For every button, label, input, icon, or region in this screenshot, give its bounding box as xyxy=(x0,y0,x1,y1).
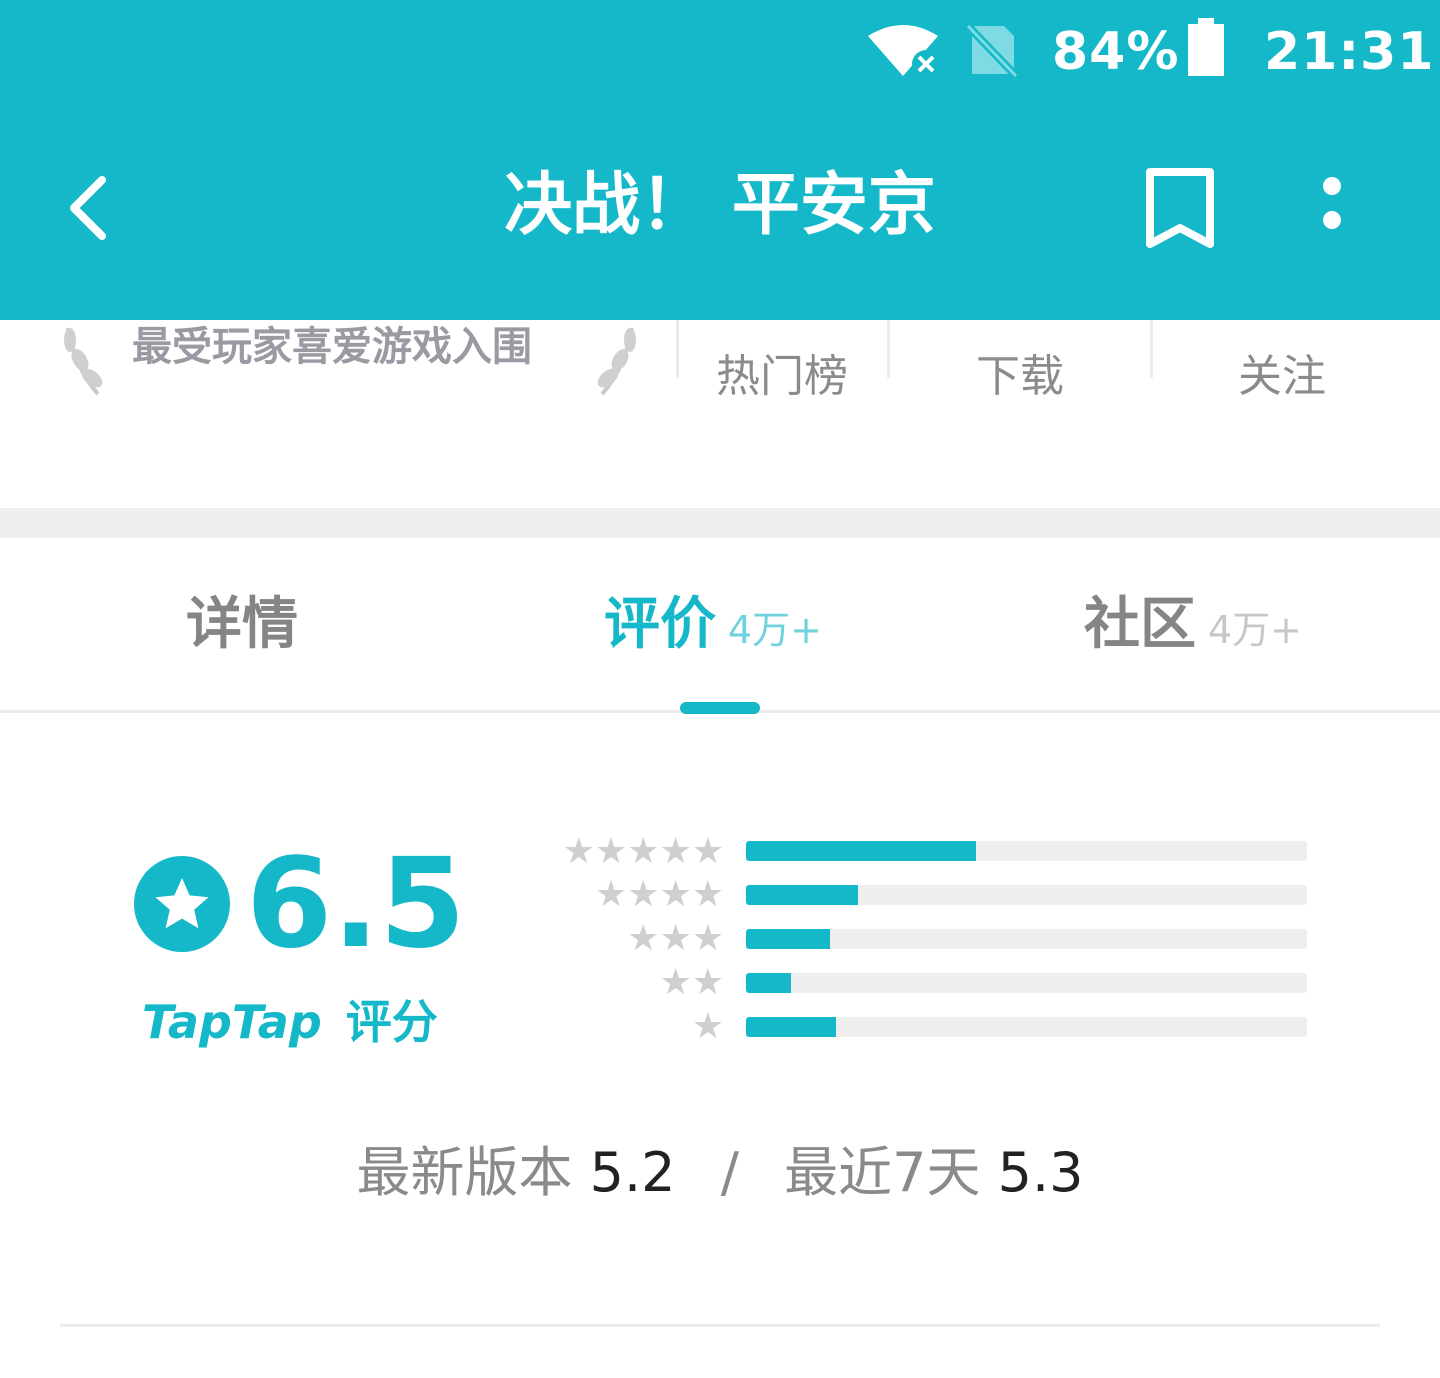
latest-version-score: 5.2 xyxy=(589,1141,676,1204)
tab-label: 评价 xyxy=(604,592,716,657)
sub-scores: 最新版本 5.2 / 最近7天 5.3 xyxy=(0,1138,1440,1208)
section-divider xyxy=(60,1324,1380,1327)
stat-hot-list[interactable]: 热门榜 xyxy=(682,350,882,404)
award-label: 最受玩家喜爱游戏入围 xyxy=(132,324,532,370)
recent-label: 最近7天 xyxy=(784,1141,981,1204)
rating-bar-fill xyxy=(746,929,831,949)
star-badge-icon xyxy=(134,856,230,952)
rating-bar-fill xyxy=(746,885,859,905)
rating-bar-1 xyxy=(746,1017,1307,1037)
wifi-off-icon xyxy=(866,22,944,78)
rating-bar-4 xyxy=(746,885,1307,905)
more-vertical-icon[interactable] xyxy=(1314,176,1350,240)
rating-bar-3 xyxy=(746,929,1307,949)
app-header: 84% 21:31 决战！ 平安京 xyxy=(0,0,1440,320)
recent-score: 5.3 xyxy=(997,1141,1084,1204)
rating-bar-2 xyxy=(746,973,1307,993)
stat-divider xyxy=(676,320,679,378)
section-separator xyxy=(0,508,1440,538)
tab-label: 详情 xyxy=(186,592,298,657)
stars-5-row: ★★★★★ xyxy=(562,831,724,872)
rating-bar-fill xyxy=(746,841,976,861)
rating-caption-text: 评分 xyxy=(345,995,438,1049)
tab-details[interactable]: 详情 xyxy=(186,590,310,670)
stat-divider xyxy=(1150,320,1153,378)
battery-icon xyxy=(1186,18,1226,78)
tab-label: 社区 xyxy=(1084,592,1196,657)
page-title: 决战！ 平安京 xyxy=(504,166,936,245)
clock: 21:31 xyxy=(1264,22,1435,82)
tab-reviews[interactable]: 评价 4万+ xyxy=(604,590,822,670)
stars-1-row: ★ xyxy=(691,1006,724,1047)
stars-3-row: ★★★ xyxy=(627,918,724,959)
stat-divider xyxy=(887,320,890,378)
laurel-left-icon xyxy=(58,318,110,398)
active-tab-indicator xyxy=(680,702,760,714)
rating-bar-fill xyxy=(746,973,791,993)
score-separator: / xyxy=(720,1141,739,1204)
no-sim-icon xyxy=(965,22,1020,79)
taptap-logo: TapTap xyxy=(142,995,322,1049)
rating-bar-5 xyxy=(746,841,1307,861)
rating-caption: TapTap 评分 xyxy=(142,994,438,1050)
latest-version-label: 最新版本 xyxy=(356,1141,573,1204)
stars-4-row: ★★★★ xyxy=(594,874,724,915)
bookmark-icon[interactable] xyxy=(1144,166,1216,250)
stars-2-row: ★★ xyxy=(659,962,724,1003)
rating-score: 6.5 xyxy=(246,832,466,976)
rating-bar-fill xyxy=(746,1017,836,1037)
stat-followers[interactable]: 关注 xyxy=(1182,350,1382,404)
tab-count: 4万+ xyxy=(1208,608,1303,652)
stat-downloads[interactable]: 下载 xyxy=(920,350,1120,404)
tab-community[interactable]: 社区 4万+ xyxy=(1084,590,1302,670)
tab-count: 4万+ xyxy=(728,608,823,652)
laurel-right-icon xyxy=(590,318,642,398)
battery-percent: 84% xyxy=(1052,22,1180,82)
